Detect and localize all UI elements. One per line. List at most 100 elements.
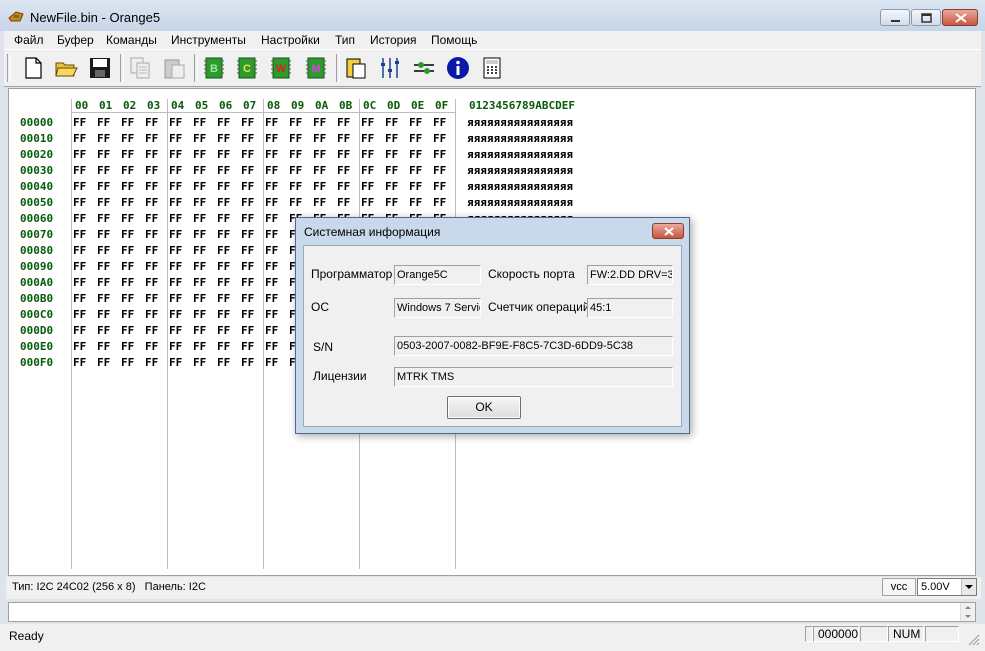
dialog-close-button[interactable] xyxy=(652,223,684,239)
hex-byte[interactable]: FF xyxy=(385,132,398,145)
hex-byte[interactable]: FF xyxy=(265,292,278,305)
hex-byte[interactable]: FF xyxy=(73,116,86,129)
hex-byte[interactable]: FF xyxy=(337,196,350,209)
hex-byte[interactable]: FF xyxy=(265,260,278,273)
hex-byte[interactable]: FF xyxy=(97,340,110,353)
hex-byte[interactable]: FF xyxy=(169,180,182,193)
hex-byte[interactable]: FF xyxy=(169,292,182,305)
hex-byte[interactable]: FF xyxy=(217,276,230,289)
hex-byte[interactable]: FF xyxy=(289,132,302,145)
hex-byte[interactable]: FF xyxy=(193,276,206,289)
menu-tools[interactable]: Инструменты xyxy=(171,33,246,47)
hex-byte[interactable]: FF xyxy=(265,276,278,289)
hex-byte[interactable]: FF xyxy=(73,356,86,369)
hex-byte[interactable]: FF xyxy=(313,196,326,209)
hex-byte[interactable]: FF xyxy=(385,148,398,161)
chip-b-icon[interactable]: B xyxy=(202,56,226,80)
hex-byte[interactable]: FF xyxy=(169,228,182,241)
hex-byte[interactable]: FF xyxy=(265,340,278,353)
hex-byte[interactable]: FF xyxy=(361,164,374,177)
hex-byte[interactable]: FF xyxy=(169,148,182,161)
menu-type[interactable]: Тип xyxy=(335,33,355,47)
hex-byte[interactable]: FF xyxy=(145,164,158,177)
hex-byte[interactable]: FF xyxy=(121,244,134,257)
hex-byte[interactable]: FF xyxy=(73,148,86,161)
hex-byte[interactable]: FF xyxy=(169,308,182,321)
menu-help[interactable]: Помощь xyxy=(431,33,477,47)
hex-byte[interactable]: FF xyxy=(265,356,278,369)
hex-byte[interactable]: FF xyxy=(169,244,182,257)
hex-byte[interactable]: FF xyxy=(217,212,230,225)
hex-byte[interactable]: FF xyxy=(169,196,182,209)
hex-byte[interactable]: FF xyxy=(361,196,374,209)
hex-byte[interactable]: FF xyxy=(97,132,110,145)
vcc-select[interactable]: 5.00V xyxy=(917,578,977,596)
hex-byte[interactable]: FF xyxy=(217,292,230,305)
hex-byte[interactable]: FF xyxy=(97,228,110,241)
hex-byte[interactable]: FF xyxy=(145,244,158,257)
hex-byte[interactable]: FF xyxy=(121,308,134,321)
vcc-button[interactable]: vcc xyxy=(882,578,916,596)
hex-byte[interactable]: FF xyxy=(361,180,374,193)
hex-byte[interactable]: FF xyxy=(97,324,110,337)
hex-byte[interactable]: FF xyxy=(145,324,158,337)
hex-byte[interactable]: FF xyxy=(385,116,398,129)
hex-byte[interactable]: FF xyxy=(121,292,134,305)
hex-byte[interactable]: FF xyxy=(193,196,206,209)
hex-byte[interactable]: FF xyxy=(97,164,110,177)
hex-byte[interactable]: FF xyxy=(169,276,182,289)
hex-byte[interactable]: FF xyxy=(241,196,254,209)
hex-byte[interactable]: FF xyxy=(217,308,230,321)
hex-byte[interactable]: FF xyxy=(409,180,422,193)
hex-byte[interactable]: FF xyxy=(337,132,350,145)
hex-byte[interactable]: FF xyxy=(409,196,422,209)
hex-byte[interactable]: FF xyxy=(217,196,230,209)
hex-byte[interactable]: FF xyxy=(241,180,254,193)
hex-byte[interactable]: FF xyxy=(169,340,182,353)
hex-byte[interactable]: FF xyxy=(217,340,230,353)
hex-byte[interactable]: FF xyxy=(145,308,158,321)
log-field[interactable] xyxy=(8,602,976,622)
menu-file[interactable]: Файл xyxy=(14,33,44,47)
hex-byte[interactable]: FF xyxy=(409,116,422,129)
hex-byte[interactable]: FF xyxy=(385,164,398,177)
hex-byte[interactable]: FF xyxy=(97,244,110,257)
menu-history[interactable]: История xyxy=(370,33,417,47)
hex-byte[interactable]: FF xyxy=(313,116,326,129)
hex-byte[interactable]: FF xyxy=(217,260,230,273)
hex-byte[interactable]: FF xyxy=(433,196,446,209)
hex-byte[interactable]: FF xyxy=(145,116,158,129)
hex-byte[interactable]: FF xyxy=(169,212,182,225)
hex-byte[interactable]: FF xyxy=(193,308,206,321)
hex-byte[interactable]: FF xyxy=(97,212,110,225)
hex-byte[interactable]: FF xyxy=(121,324,134,337)
hex-byte[interactable]: FF xyxy=(241,212,254,225)
hex-byte[interactable]: FF xyxy=(121,116,134,129)
new-file-icon[interactable] xyxy=(21,56,45,80)
row-ascii[interactable]: яяяяяяяяяяяяяяяя xyxy=(467,116,573,129)
hex-byte[interactable]: FF xyxy=(97,260,110,273)
hex-byte[interactable]: FF xyxy=(241,132,254,145)
hex-byte[interactable]: FF xyxy=(193,132,206,145)
hex-byte[interactable]: FF xyxy=(409,132,422,145)
menu-buffer[interactable]: Буфер xyxy=(57,33,94,47)
hex-byte[interactable]: FF xyxy=(73,228,86,241)
hex-byte[interactable]: FF xyxy=(217,356,230,369)
hex-byte[interactable]: FF xyxy=(121,276,134,289)
hex-byte[interactable]: FF xyxy=(241,292,254,305)
hex-byte[interactable]: FF xyxy=(241,244,254,257)
hex-byte[interactable]: FF xyxy=(289,164,302,177)
hex-byte[interactable]: FF xyxy=(337,164,350,177)
hex-byte[interactable]: FF xyxy=(73,260,86,273)
hex-byte[interactable]: FF xyxy=(313,164,326,177)
chevron-down-icon[interactable] xyxy=(961,579,976,595)
hex-byte[interactable]: FF xyxy=(361,148,374,161)
hex-byte[interactable]: FF xyxy=(73,276,86,289)
hex-byte[interactable]: FF xyxy=(193,228,206,241)
hex-byte[interactable]: FF xyxy=(409,164,422,177)
hex-byte[interactable]: FF xyxy=(145,180,158,193)
hex-byte[interactable]: FF xyxy=(217,132,230,145)
row-ascii[interactable]: яяяяяяяяяяяяяяяя xyxy=(467,132,573,145)
save-icon[interactable] xyxy=(88,56,112,80)
hex-byte[interactable]: FF xyxy=(241,324,254,337)
